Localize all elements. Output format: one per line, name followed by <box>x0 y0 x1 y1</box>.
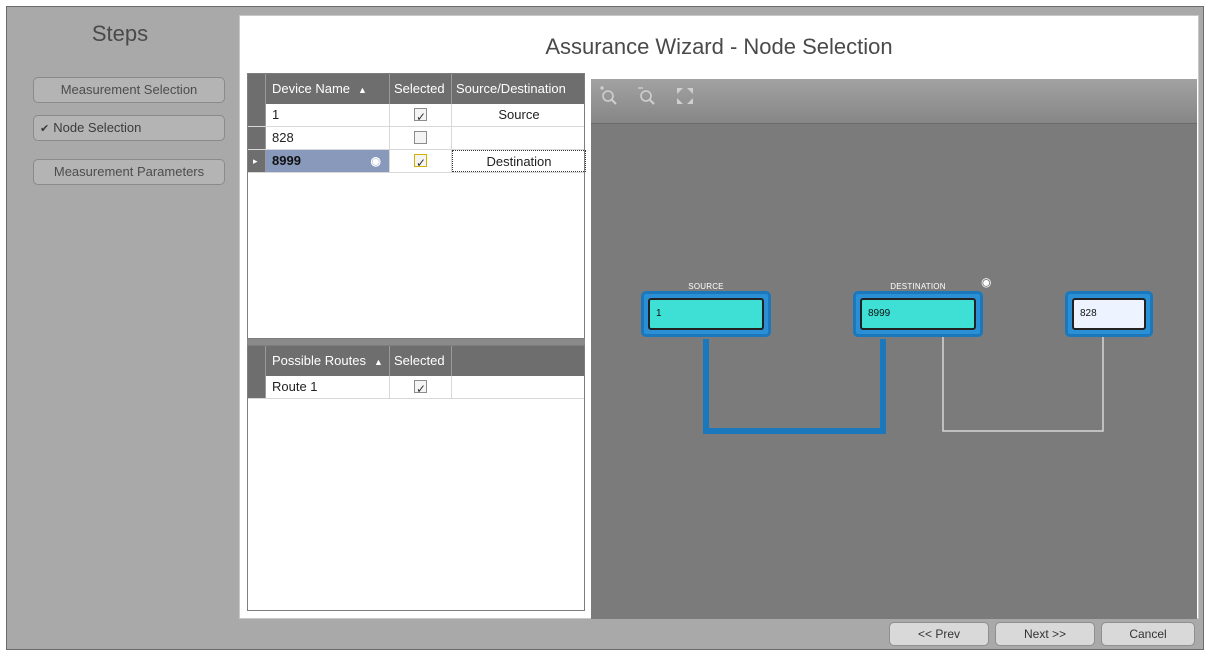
row-header[interactable]: ▸ <box>248 150 266 172</box>
device-grid: Device Name ▲ Selected Source/Destination… <box>247 73 586 339</box>
selected-checkbox[interactable]: ✓ <box>414 380 427 396</box>
selected-cell: ✓ <box>390 150 452 172</box>
column-header-selected[interactable]: Selected <box>390 74 452 104</box>
prev-button[interactable]: << Prev <box>889 622 989 646</box>
selected-cell: ✓ <box>390 376 452 398</box>
inactive-link-line <box>942 334 1104 432</box>
column-label: Selected <box>394 81 445 96</box>
row-header-corner <box>248 346 266 376</box>
selected-checkbox[interactable]: ✓ <box>414 154 427 170</box>
active-route-line <box>703 339 886 434</box>
row-header-corner <box>248 74 266 104</box>
sort-ascending-icon: ▲ <box>373 357 383 367</box>
route-name-cell: Route 1 <box>266 376 390 398</box>
step-label: Node Selection <box>53 120 142 135</box>
table-row[interactable]: 1 ✓ Source <box>248 104 584 127</box>
table-row[interactable]: Route 1 ✓ <box>248 376 584 399</box>
selected-cell <box>390 127 452 149</box>
topology-canvas[interactable]: SOURCE 1 DESTINATION 8999 ◉ 828 <box>591 79 1197 619</box>
cancel-button[interactable]: Cancel <box>1101 622 1195 646</box>
column-header-possible-routes[interactable]: Possible Routes ▲ <box>266 346 390 376</box>
node-id: 1 <box>648 298 764 330</box>
device-name-cell: 828 <box>266 127 390 149</box>
step-measurement-parameters[interactable]: Measurement Parameters <box>33 159 225 185</box>
step-label: Measurement Parameters <box>53 164 205 179</box>
device-grid-header: Device Name ▲ Selected Source/Destination <box>248 74 584 104</box>
column-label: Device Name <box>272 81 351 96</box>
column-label: Source/Destination <box>456 81 566 96</box>
check-icon: ✓ <box>416 156 427 170</box>
next-button[interactable]: Next >> <box>995 622 1095 646</box>
routes-grid: Possible Routes ▲ Selected Route 1 ✓ <box>247 345 585 611</box>
steps-panel: Steps Measurement Selection ✔ Node Select… <box>9 9 231 619</box>
column-label: Selected <box>394 353 445 368</box>
table-row-selected[interactable]: ▸ 8999 ◉ ✓ Destination <box>248 150 586 173</box>
selected-checkbox[interactable]: ✓ <box>414 108 427 124</box>
table-row[interactable]: 828 <box>248 127 584 150</box>
routes-grid-header: Possible Routes ▲ Selected <box>248 346 584 376</box>
selected-checkbox[interactable] <box>414 131 427 144</box>
column-header-device-name[interactable]: Device Name ▲ <box>266 74 390 104</box>
column-label: Possible Routes <box>272 353 366 368</box>
role-cell[interactable]: Destination <box>452 150 586 172</box>
column-header-selected[interactable]: Selected <box>390 346 452 376</box>
page-title: Assurance Wizard - Node Selection <box>545 34 893 59</box>
route-lines <box>703 334 1104 434</box>
empty-cell <box>452 376 586 398</box>
check-icon: ✓ <box>416 110 427 124</box>
device-name-text: 8999 <box>272 153 301 168</box>
sort-ascending-icon: ▲ <box>358 85 367 95</box>
row-header[interactable] <box>248 127 266 149</box>
row-header[interactable] <box>248 104 266 126</box>
step-measurement-selection[interactable]: Measurement Selection <box>33 77 225 103</box>
row-header[interactable] <box>248 376 266 398</box>
eye-icon[interactable]: ◉ <box>371 150 381 172</box>
selected-cell: ✓ <box>390 104 452 126</box>
column-header-empty <box>452 346 586 376</box>
node-role-label: SOURCE <box>688 282 724 291</box>
check-icon: ✓ <box>416 382 427 396</box>
steps-title: Steps <box>91 21 149 46</box>
eye-icon[interactable]: ◉ <box>981 275 991 289</box>
step-label: Measurement Selection <box>60 82 198 97</box>
device-name-cell: 1 <box>266 104 390 126</box>
node-role-label: DESTINATION <box>890 282 946 291</box>
column-header-source-destination[interactable]: Source/Destination <box>452 74 586 104</box>
role-cell <box>452 127 586 149</box>
device-name-cell: 8999 ◉ <box>266 150 390 172</box>
node-source[interactable]: SOURCE 1 <box>641 282 771 337</box>
step-node-selection[interactable]: ✔ Node Selection <box>33 115 225 141</box>
node-id: 8999 <box>860 298 976 330</box>
checkmark-icon: ✔ <box>40 123 50 135</box>
wizard-window: Steps Measurement Selection ✔ Node Select… <box>6 6 1204 650</box>
node-destination[interactable]: DESTINATION 8999 <box>853 282 983 337</box>
node-id: 828 <box>1072 298 1146 330</box>
current-row-indicator-icon: ▸ <box>253 156 258 166</box>
role-cell: Source <box>498 107 540 122</box>
node-828[interactable]: 828 <box>1065 291 1153 337</box>
